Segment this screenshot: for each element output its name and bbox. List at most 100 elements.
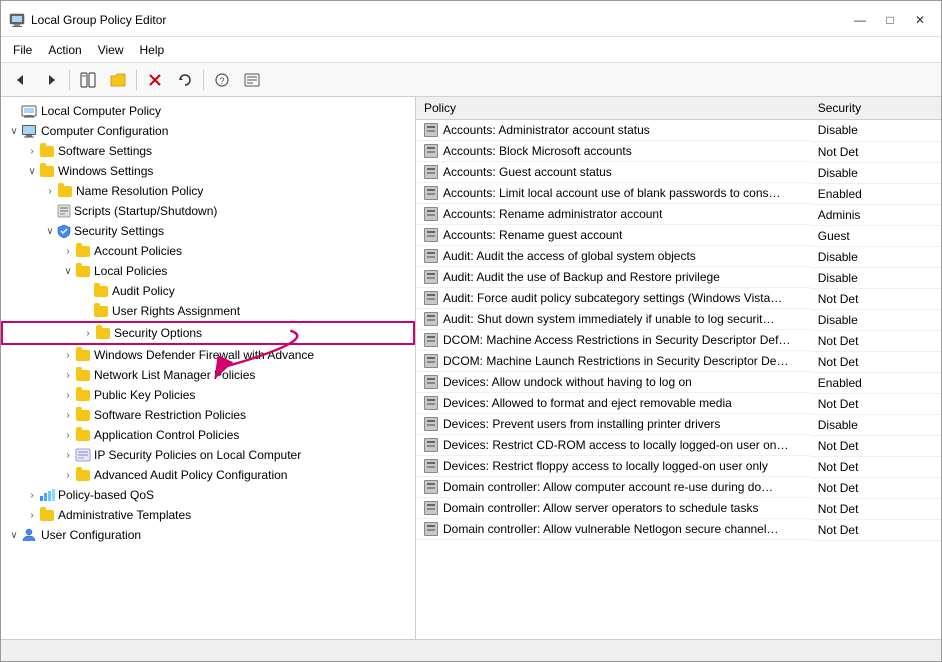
menu-file[interactable]: File [5,41,40,59]
ap-folder-icon [75,243,91,259]
menu-view[interactable]: View [90,41,132,59]
main-area: Local Computer Policy ∨ Computer Configu… [1,97,941,639]
policy-security: Enabled [810,183,941,204]
auditpol-folder-icon [93,283,109,299]
table-row[interactable]: Devices: Restrict floppy access to local… [416,456,941,477]
policy-security: Not Det [810,519,941,540]
sr-expander: › [61,410,75,421]
policy-name: Accounts: Block Microsoft accounts [443,144,632,158]
tree-security-settings[interactable]: ∨ Security Settings [1,221,415,241]
policy-security: Not Det [810,435,941,456]
tree-panel: Local Computer Policy ∨ Computer Configu… [1,97,416,639]
tree-root[interactable]: Local Computer Policy [1,101,415,121]
policy-name: Devices: Restrict CD-ROM access to local… [443,438,788,452]
tree-advanced-audit[interactable]: › Advanced Audit Policy Configuration [1,465,415,485]
table-row[interactable]: Accounts: Rename administrator account A… [416,204,941,225]
user-config-icon [21,528,37,542]
forward-button[interactable] [37,67,65,93]
table-row[interactable]: Audit: Audit the access of global system… [416,246,941,267]
table-row[interactable]: Devices: Restrict CD-ROM access to local… [416,435,941,456]
menu-help[interactable]: Help [132,41,173,59]
table-row[interactable]: Devices: Allow undock without having to … [416,372,941,393]
folder-button[interactable] [104,67,132,93]
svg-text:?: ? [219,76,224,86]
policy-row-icon [424,333,438,347]
lp-folder-icon [75,263,91,279]
so-expander: › [81,328,95,339]
tree-policy-qos[interactable]: › Policy-based QoS [1,485,415,505]
ss-folder-icon [39,143,55,159]
toolbar: ? [1,63,941,97]
policy-row-icon [424,186,438,200]
policy-name: Devices: Allow undock without having to … [443,375,692,389]
status-bar [1,639,941,661]
tree-audit-policy[interactable]: Audit Policy [1,281,415,301]
table-row[interactable]: Accounts: Administrator account status D… [416,120,941,142]
user-rights-label: User Rights Assignment [112,304,240,318]
qos-icon [39,488,55,502]
policy-name: Accounts: Rename administrator account [443,207,662,221]
ws-folder-icon [39,163,55,179]
advanced-audit-label: Advanced Audit Policy Configuration [94,468,287,482]
user-config-label: User Configuration [41,528,141,542]
table-row[interactable]: Audit: Force audit policy subcategory se… [416,288,941,309]
table-row[interactable]: Domain controller: Allow server operator… [416,498,941,519]
table-row[interactable]: Audit: Shut down system immediately if u… [416,309,941,330]
table-row[interactable]: Accounts: Block Microsoft accounts Not D… [416,141,941,162]
tree-account-policies[interactable]: › Account Policies [1,241,415,261]
back-button[interactable] [7,67,35,93]
sr-folder-icon [75,407,91,423]
table-row[interactable]: Domain controller: Allow computer accoun… [416,477,941,498]
ip-expander: › [61,450,75,461]
tree-application-control[interactable]: › Application Control Policies [1,425,415,445]
policy-row-icon [424,123,438,137]
maximize-button[interactable]: □ [877,10,903,30]
tree-windows-defender[interactable]: › Windows Defender Firewall with Advance [1,345,415,365]
table-row[interactable]: Audit: Audit the use of Backup and Resto… [416,267,941,288]
title-text: Local Group Policy Editor [31,13,166,27]
show-hide-button[interactable] [74,67,102,93]
table-row[interactable]: DCOM: Machine Access Restrictions in Sec… [416,330,941,351]
tree-computer-config[interactable]: ∨ Computer Configuration [1,121,415,141]
table-row[interactable]: Accounts: Guest account status Disable [416,162,941,183]
tree-software-settings[interactable]: › Software Settings [1,141,415,161]
ac-expander: › [61,430,75,441]
tree-security-options[interactable]: › Security Options [1,321,415,345]
tree-user-rights[interactable]: User Rights Assignment [1,301,415,321]
refresh-button[interactable] [171,67,199,93]
tree-admin-templates[interactable]: › Administrative Templates [1,505,415,525]
table-row[interactable]: Devices: Allowed to format and eject rem… [416,393,941,414]
local-policies-label: Local Policies [94,264,167,278]
table-row[interactable]: Accounts: Limit local account use of bla… [416,183,941,204]
public-key-label: Public Key Policies [94,388,195,402]
tree-scripts[interactable]: Scripts (Startup/Shutdown) [1,201,415,221]
scripts-label: Scripts (Startup/Shutdown) [74,204,217,218]
policy-row-icon [424,270,438,284]
secset-expander: ∨ [43,226,57,237]
menu-action[interactable]: Action [40,41,89,59]
policy-row-icon [424,375,438,389]
tree-ip-security[interactable]: › IP Security Policies on Local Computer [1,445,415,465]
delete-button[interactable] [141,67,169,93]
pk-folder-icon [75,387,91,403]
properties-button[interactable] [238,67,266,93]
close-button[interactable]: ✕ [907,10,933,30]
table-row[interactable]: Devices: Prevent users from installing p… [416,414,941,435]
minimize-button[interactable]: — [847,10,873,30]
tree-network-list[interactable]: › Network List Manager Policies [1,365,415,385]
root-label: Local Computer Policy [41,104,161,118]
tree-local-policies[interactable]: ∨ Local Policies [1,261,415,281]
col-policy-header[interactable]: Policy [416,97,810,120]
col-security-header[interactable]: Security [810,97,941,120]
wd-expander: › [61,350,75,361]
tree-software-restriction[interactable]: › Software Restriction Policies [1,405,415,425]
tree-windows-settings[interactable]: ∨ Windows Settings [1,161,415,181]
table-row[interactable]: Accounts: Rename guest account Guest [416,225,941,246]
help-button[interactable]: ? [208,67,236,93]
table-row[interactable]: DCOM: Machine Launch Restrictions in Sec… [416,351,941,372]
table-row[interactable]: Domain controller: Allow vulnerable Netl… [416,519,941,540]
tree-name-resolution[interactable]: › Name Resolution Policy [1,181,415,201]
tree-public-key[interactable]: › Public Key Policies [1,385,415,405]
policy-name: DCOM: Machine Launch Restrictions in Sec… [443,354,788,368]
tree-user-config[interactable]: ∨ User Configuration [1,525,415,545]
